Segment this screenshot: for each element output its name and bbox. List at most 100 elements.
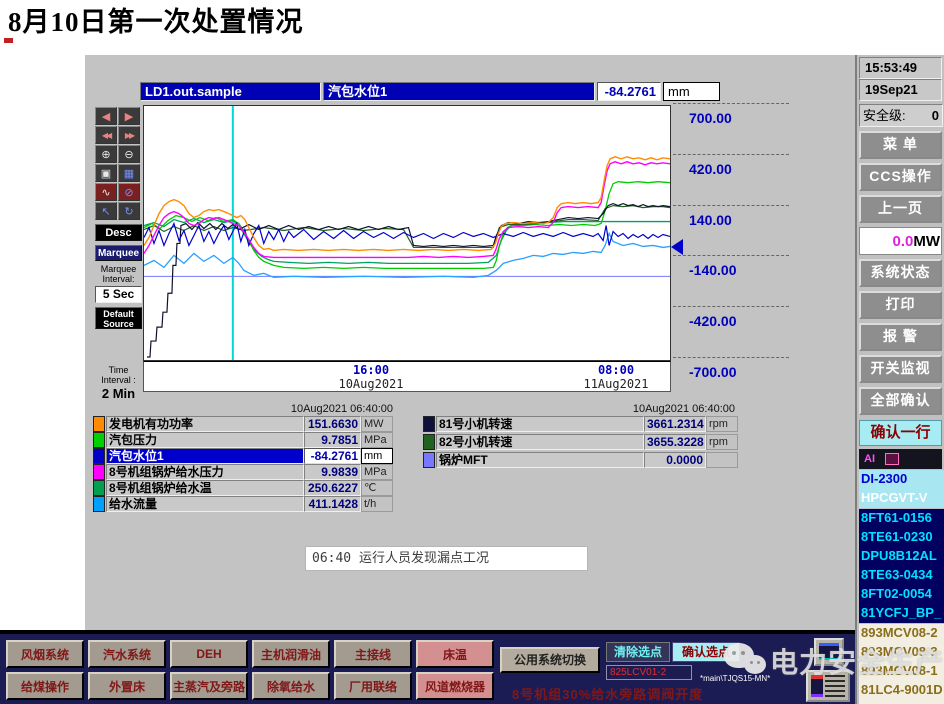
menu-button[interactable]: 风烟系统 xyxy=(6,640,84,668)
alarm-entry[interactable]: 8TE61-0230 xyxy=(859,528,944,547)
alarm-entry[interactable]: HPCGVT-V xyxy=(859,489,944,508)
pen-label[interactable]: 汽包水位1 xyxy=(106,448,304,464)
sidebar-action-button[interactable]: 系统状态 xyxy=(859,259,942,287)
pen-row[interactable]: 8号机组锅炉给水压力 9.9839 MPa xyxy=(93,464,393,480)
alarm-filter-strip: AI xyxy=(859,449,942,469)
menu-button[interactable]: 给煤操作 xyxy=(6,672,84,700)
y-axis: 700.00 420.00 140.00 -140.00 -420.00 -700.00 xyxy=(673,103,789,383)
grid-icon[interactable]: ▦ xyxy=(118,164,140,182)
clear-selection-button[interactable]: 清除选点 xyxy=(606,642,670,662)
pen-color-swatch xyxy=(423,416,435,432)
pen-color-swatch xyxy=(423,434,435,450)
pen-label[interactable]: 汽包压力 xyxy=(106,432,304,448)
pen-row[interactable]: 汽包水位1 -84.2761 mm xyxy=(93,448,393,464)
menu-button[interactable]: 主机润滑油 xyxy=(252,640,330,668)
menu-button[interactable]: 主蒸汽及旁路 xyxy=(170,672,248,700)
menu-button[interactable]: 床温 xyxy=(416,640,494,668)
rotate-icon[interactable]: ↻ xyxy=(118,202,140,220)
selected-tag-field[interactable]: 825LCV01-2 xyxy=(606,665,692,680)
sidebar-action-button[interactable]: 打印 xyxy=(859,291,942,319)
pen-value: 3655.3228 xyxy=(644,434,706,450)
alarm-entry[interactable]: DPU8B12AL xyxy=(859,547,944,566)
alarm-entry[interactable]: 81LC4-9001D xyxy=(859,681,944,700)
menu-row-1: 风烟系统 汽水系统 DEH 主机润滑油 主接线 床温 xyxy=(6,640,494,668)
x-axis-tick: 16:00 10Aug2021 xyxy=(338,363,404,391)
pen-value: 250.6227 xyxy=(304,480,361,496)
sidebar-nav-button[interactable]: 上一页 xyxy=(859,195,942,223)
menu-button[interactable]: 汽水系统 xyxy=(88,640,166,668)
pen-label[interactable]: 发电机有功功率 xyxy=(106,416,304,432)
pen-row[interactable]: 81号小机转速 3661.2314 rpm xyxy=(423,416,738,432)
sidebar-action-button[interactable]: 全部确认 xyxy=(859,387,942,415)
disable-icon[interactable]: ⊘ xyxy=(118,183,140,201)
pen-unit: MW xyxy=(361,416,393,432)
desc-button[interactable]: Desc xyxy=(95,224,142,241)
zoom-in-icon[interactable]: ⊕ xyxy=(95,145,117,163)
pen-row[interactable]: 给水流量 411.1428 t/h xyxy=(93,496,393,512)
menu-button[interactable]: 风道燃烧器 xyxy=(416,672,494,700)
operator-sidebar: 15:53:49 19Sep21 安全级: 0 菜 单 CCS操作 上一页 0.0 … xyxy=(855,55,944,704)
pen-row[interactable]: 发电机有功功率 151.6630 MW xyxy=(93,416,393,432)
fast-right-icon[interactable]: ▶▶ xyxy=(118,126,140,144)
utility-system-switch-button[interactable]: 公用系统切换 xyxy=(500,647,600,673)
sidebar-action-button[interactable]: 报 警 xyxy=(859,323,942,351)
menu-button[interactable]: DEH xyxy=(170,640,248,668)
red-tick-mark xyxy=(4,38,13,43)
pen-label[interactable]: 锅炉MFT xyxy=(436,452,644,468)
fast-left-icon[interactable]: ◀◀ xyxy=(95,126,117,144)
sidebar-nav-button[interactable]: CCS操作 xyxy=(859,163,942,191)
y-axis-tick: -700.00 xyxy=(673,357,789,380)
trend-icon[interactable]: ∿ xyxy=(95,183,117,201)
pen-label[interactable]: 81号小机转速 xyxy=(436,416,644,432)
date: 19Sep21 xyxy=(859,79,942,101)
security-level: 安全级: 0 xyxy=(859,104,943,127)
y-axis-tick: -140.00 xyxy=(673,255,789,278)
pen-row[interactable]: 82号小机转速 3655.3228 rpm xyxy=(423,434,738,450)
pen-row[interactable]: 锅炉MFT 0.0000 xyxy=(423,452,738,468)
pen-row[interactable]: 汽包压力 9.7851 MPa xyxy=(93,432,393,448)
pen-value: 9.7851 xyxy=(304,432,361,448)
ai-filter-label[interactable]: AI xyxy=(864,453,875,465)
pointer-icon[interactable]: ↖ xyxy=(95,202,117,220)
pan-right-icon[interactable]: ▶ xyxy=(118,107,140,125)
dcs-trend-screen: 8月10日第一次处置情况 LD1.out.sample 汽包水位1 -84.27… xyxy=(0,0,944,704)
default-source-button[interactable]: Default Source xyxy=(95,307,142,329)
menu-button[interactable]: 厂用联络 xyxy=(334,672,412,700)
zoom-out-icon[interactable]: ⊖ xyxy=(118,145,140,163)
pen-label[interactable]: 82号小机转速 xyxy=(436,434,644,450)
pen-value: 3661.2314 xyxy=(644,416,706,432)
sidebar-action-button[interactable]: 开关监视 xyxy=(859,355,942,383)
menu-button[interactable]: 主接线 xyxy=(334,640,412,668)
pen-value: 0.0000 xyxy=(644,452,706,468)
marquee-button[interactable]: Marquee xyxy=(95,245,142,261)
alarm-entry[interactable]: 81YCFJ_BP_ xyxy=(859,604,944,623)
alarm-list-cyan: DI-2300 HPCGVT-V xyxy=(857,470,944,508)
selected-pen-name[interactable]: 汽包水位1 xyxy=(323,82,595,101)
marquee-interval-value[interactable]: 5 Sec xyxy=(95,286,142,303)
time-interval-value[interactable]: 2 Min xyxy=(95,386,142,401)
event-annotation: 06:40 运行人员发现漏点工况 xyxy=(305,546,588,571)
menu-button[interactable]: 除氧给水 xyxy=(252,672,330,700)
tag-filter-icon[interactable] xyxy=(885,453,899,465)
alarm-entry[interactable]: 8FT61-0156 xyxy=(859,509,944,528)
current-value-marker[interactable] xyxy=(671,239,683,255)
pen-row[interactable]: 8号机组锅炉给水温 250.6227 ℃ xyxy=(93,480,393,496)
trend-group-name[interactable]: LD1.out.sample xyxy=(140,82,321,101)
pen-label[interactable]: 8号机组锅炉给水温 xyxy=(106,480,304,496)
pan-left-icon[interactable]: ◀ xyxy=(95,107,117,125)
y-axis-tick: -420.00 xyxy=(673,306,789,329)
alarm-entry[interactable]: DI-2300 xyxy=(859,470,944,489)
sidebar-nav-button[interactable]: 菜 单 xyxy=(859,131,942,159)
pen-unit: rpm xyxy=(706,434,738,450)
alarm-entry[interactable]: 8FT02-0054 xyxy=(859,585,944,604)
series-drum-level-1 xyxy=(144,221,670,248)
alarm-entry[interactable]: 823FDV08B-4 xyxy=(859,700,944,704)
pen-label[interactable]: 给水流量 xyxy=(106,496,304,512)
confirm-row-button[interactable]: 确认一行 xyxy=(859,420,942,446)
series-turbine-81-speed xyxy=(146,202,670,358)
menu-button[interactable]: 外置床 xyxy=(88,672,166,700)
display-icon[interactable]: ▣ xyxy=(95,164,117,182)
trend-plot[interactable] xyxy=(143,105,671,361)
alarm-entry[interactable]: 8TE63-0434 xyxy=(859,566,944,585)
pen-label[interactable]: 8号机组锅炉给水压力 xyxy=(106,464,304,480)
